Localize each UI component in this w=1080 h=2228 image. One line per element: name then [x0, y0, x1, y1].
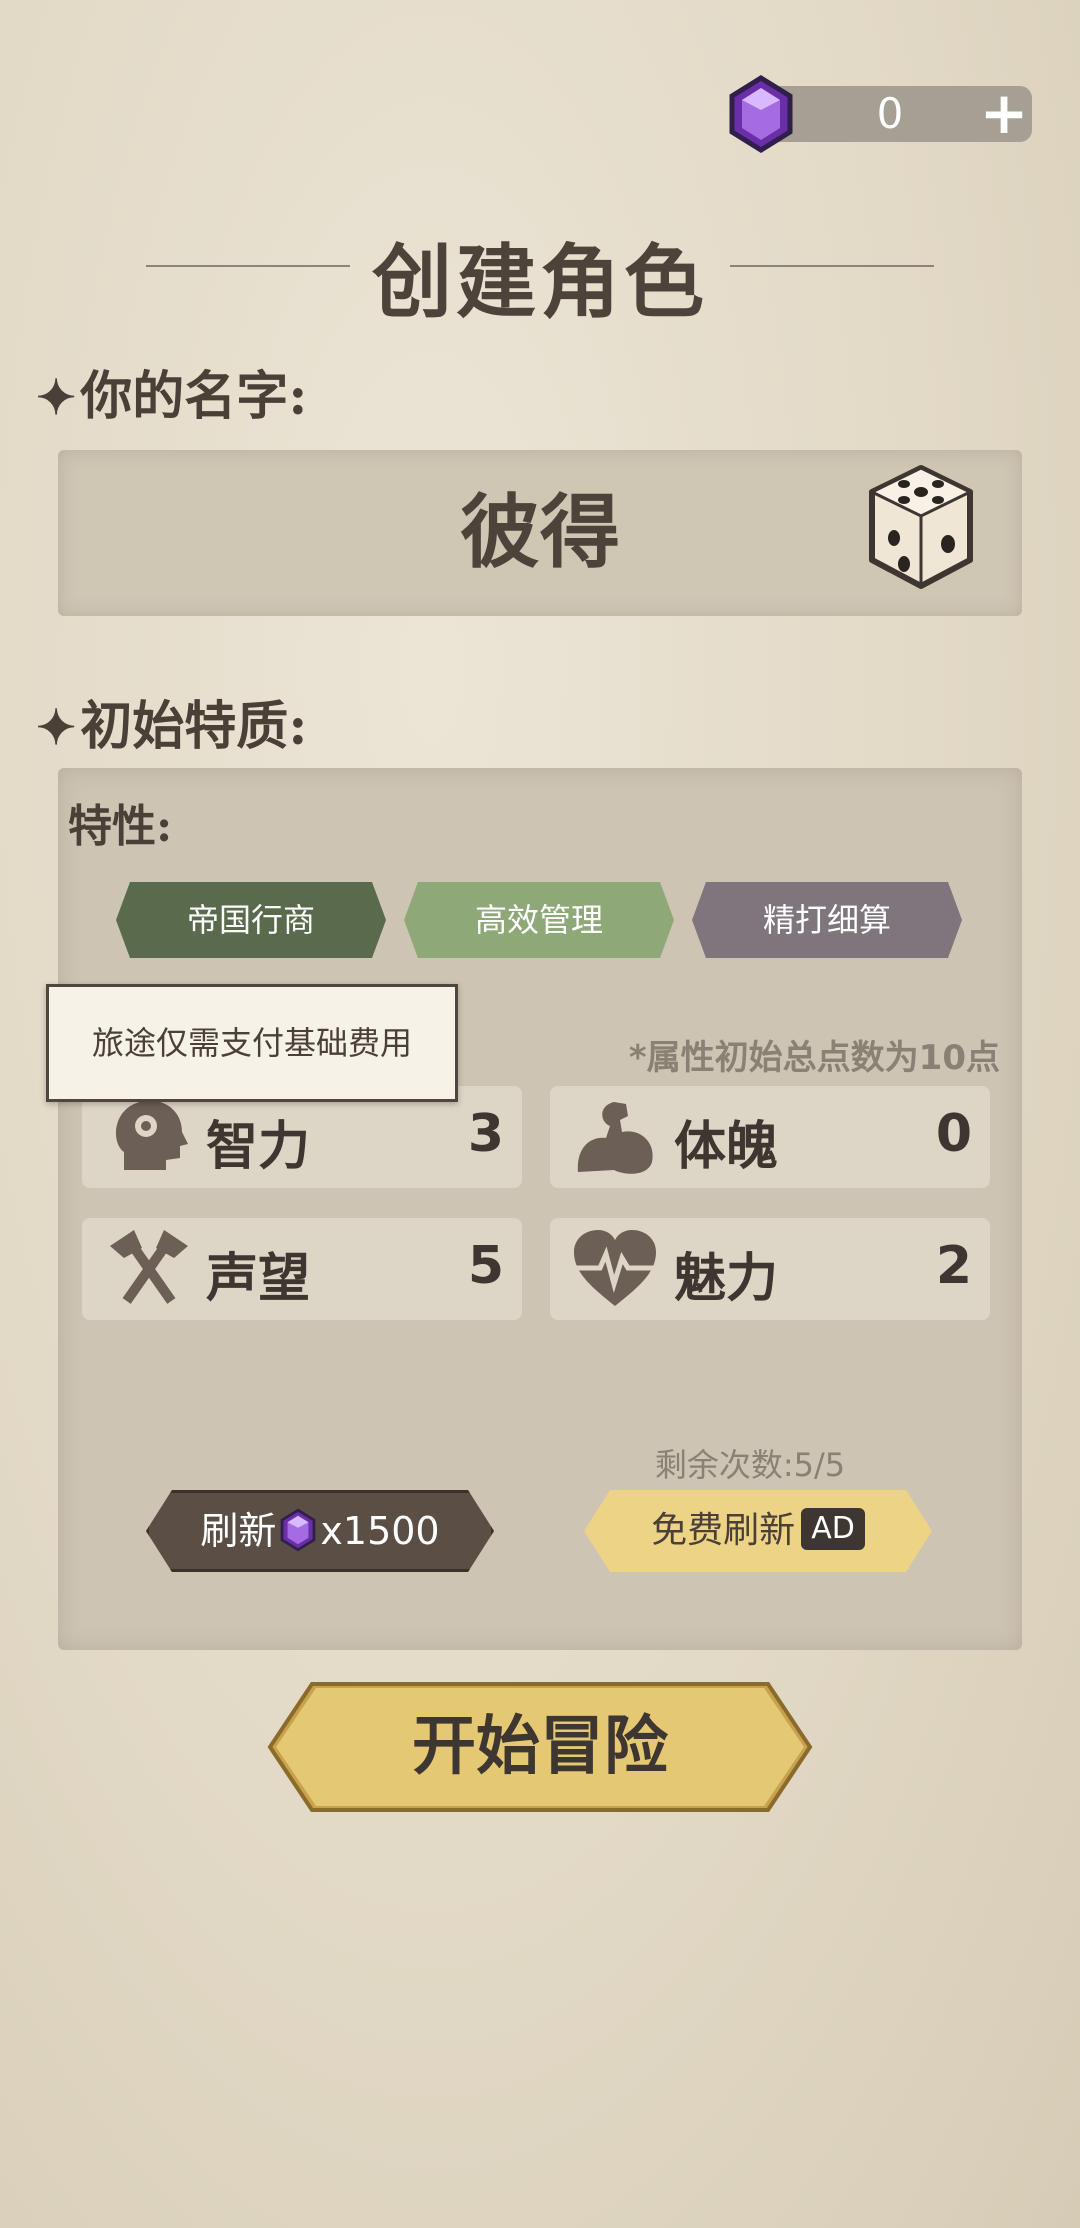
name-section-header: ✦你的名字: — [36, 354, 307, 429]
page-title: 创建角色 — [372, 235, 708, 329]
stat-name: 智力 — [206, 1117, 311, 1177]
stat-value: 5 — [467, 1236, 504, 1296]
traits-section-header: ✦初始特质: — [36, 684, 307, 759]
start-adventure-button[interactable]: 开始冒险 — [276, 1688, 804, 1806]
traits-section-label: 初始特质: — [80, 696, 308, 757]
traits-subheader: 特性: — [68, 801, 173, 852]
trait-tag-merchant[interactable]: 帝国行商 — [116, 882, 386, 958]
refresh-cost: x1500 — [320, 1509, 440, 1553]
brain-head-icon — [115, 1100, 188, 1170]
gem-icon — [729, 75, 793, 153]
stat-name: 体魄 — [674, 1117, 779, 1177]
remaining-refreshes: 剩余次数:5/5 — [654, 1446, 846, 1484]
trait-tooltip: 旅途仅需支付基础费用 — [46, 984, 458, 1102]
ad-badge: AD — [801, 1508, 865, 1550]
stat-value: 0 — [935, 1104, 972, 1164]
sparkle-icon: ✦ — [36, 370, 77, 426]
free-refresh-ad-button[interactable]: 免费刷新 AD — [584, 1490, 932, 1572]
refresh-label: 刷新 — [200, 1509, 277, 1553]
stat-name: 魅力 — [674, 1249, 779, 1309]
gem-icon — [278, 1508, 318, 1552]
random-name-dice-icon[interactable] — [866, 462, 976, 592]
sparkle-icon: ✦ — [36, 700, 77, 756]
refresh-button[interactable]: 刷新 x1500 — [146, 1490, 494, 1572]
trait-tag-management[interactable]: 高效管理 — [404, 882, 674, 958]
heartbeat-icon — [574, 1230, 656, 1306]
stat-value: 2 — [935, 1236, 972, 1296]
crossed-axes-icon — [110, 1230, 188, 1304]
stat-value: 3 — [467, 1104, 504, 1164]
add-currency-button[interactable]: + — [976, 84, 1032, 142]
stat-points-note: *属性初始总点数为10点 — [628, 1038, 1000, 1078]
stat-name: 声望 — [206, 1249, 311, 1309]
currency-count: 0 — [876, 89, 904, 138]
name-section-label: 你的名字: — [80, 366, 308, 427]
muscle-arm-icon — [577, 1102, 653, 1174]
trait-tag-frugal[interactable]: 精打细算 — [692, 882, 962, 958]
free-refresh-label: 免费刷新 — [651, 1510, 796, 1551]
